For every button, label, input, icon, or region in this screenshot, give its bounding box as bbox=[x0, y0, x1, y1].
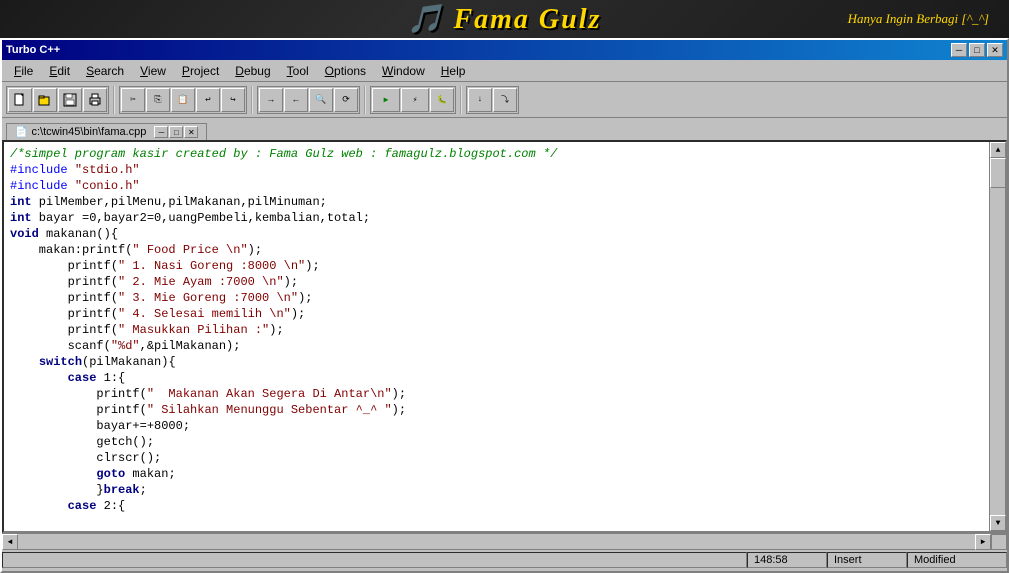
main-window: Turbo C++ ─ □ ✕ File Edit Search View Pr… bbox=[0, 38, 1009, 573]
minimize-button[interactable]: ─ bbox=[951, 43, 967, 57]
scroll-thumb[interactable] bbox=[990, 158, 1006, 188]
toolbar-outdent[interactable]: ← bbox=[284, 88, 308, 112]
toolbar-compile[interactable]: ▶ bbox=[372, 88, 400, 112]
document-tab[interactable]: 📄 c:\tcwin45\bin\fama.cpp ─ □ ✕ bbox=[6, 123, 207, 140]
code-line: printf(" 3. Mie Goreng :7000 \n"); bbox=[10, 290, 983, 306]
menu-help[interactable]: Help bbox=[433, 62, 474, 80]
toolbar-separator-3 bbox=[364, 86, 366, 114]
code-line: int bayar =0,bayar2=0,uangPembeli,kembal… bbox=[10, 210, 983, 226]
code-line: printf(" 2. Mie Ayam :7000 \n"); bbox=[10, 274, 983, 290]
toolbar-save[interactable] bbox=[58, 88, 82, 112]
code-line: switch(pilMakanan){ bbox=[10, 354, 983, 370]
toolbar-group-2: ✂ ⎘ 📋 ↩ ↪ bbox=[119, 86, 247, 114]
toolbar-over[interactable]: ⤵ bbox=[493, 88, 517, 112]
toolbar-open[interactable] bbox=[33, 88, 57, 112]
restore-button[interactable]: □ bbox=[969, 43, 985, 57]
toolbar-paste[interactable]: 📋 bbox=[171, 88, 195, 112]
code-line: printf(" 1. Nasi Goreng :8000 \n"); bbox=[10, 258, 983, 274]
toolbar-separator-1 bbox=[113, 86, 115, 114]
editor-area: /*simpel program kasir created by : Fama… bbox=[2, 140, 1007, 533]
code-line: case 1:{ bbox=[10, 370, 983, 386]
close-button[interactable]: ✕ bbox=[987, 43, 1003, 57]
status-position: 148:58 bbox=[747, 552, 827, 568]
toolbar-group-5: ↓ ⤵ bbox=[466, 86, 519, 114]
toolbar: ✂ ⎘ 📋 ↩ ↪ → ← 🔍 ⟳ ▶ ⚡ 🐛 ↓ ⤵ bbox=[2, 82, 1007, 118]
status-modified: Modified bbox=[907, 552, 1007, 568]
code-line: clrscr(); bbox=[10, 450, 983, 466]
code-line: makan:printf(" Food Price \n"); bbox=[10, 242, 983, 258]
code-editor[interactable]: /*simpel program kasir created by : Fama… bbox=[4, 142, 989, 531]
scroll-track[interactable] bbox=[990, 158, 1005, 515]
code-line: goto makan; bbox=[10, 466, 983, 482]
banner-subtitle: Hanya Ingin Berbagi [^_^] bbox=[848, 11, 989, 27]
resize-grip bbox=[991, 534, 1007, 550]
menu-file[interactable]: File bbox=[6, 62, 41, 80]
code-line: getch(); bbox=[10, 434, 983, 450]
toolbar-undo[interactable]: ↩ bbox=[196, 88, 220, 112]
statusbar: 148:58 Insert Modified bbox=[2, 549, 1007, 569]
status-insert: Insert bbox=[827, 552, 907, 568]
doc-tab-icon: 📄 bbox=[15, 127, 27, 138]
scroll-h-track[interactable] bbox=[18, 534, 975, 549]
toolbar-redo[interactable]: ↪ bbox=[221, 88, 245, 112]
code-line: printf(" Makanan Akan Segera Di Antar\n"… bbox=[10, 386, 983, 402]
doc-close[interactable]: ✕ bbox=[184, 126, 198, 138]
toolbar-cut[interactable]: ✂ bbox=[121, 88, 145, 112]
code-line: void makanan(){ bbox=[10, 226, 983, 242]
status-main bbox=[2, 552, 747, 568]
code-line: case 2:{ bbox=[10, 498, 983, 514]
menubar: File Edit Search View Project Debug Tool… bbox=[2, 60, 1007, 82]
toolbar-indent[interactable]: → bbox=[259, 88, 283, 112]
toolbar-debug[interactable]: 🐛 bbox=[430, 88, 454, 112]
doc-tab-title: c:\tcwin45\bin\fama.cpp bbox=[31, 126, 146, 138]
toolbar-copy[interactable]: ⎘ bbox=[146, 88, 170, 112]
code-line: bayar+=+8000; bbox=[10, 418, 983, 434]
menu-view[interactable]: View bbox=[132, 62, 174, 80]
code-line: scanf("%d",&pilMakanan); bbox=[10, 338, 983, 354]
vertical-scrollbar[interactable]: ▲ ▼ bbox=[989, 142, 1005, 531]
banner: 🎵 Fama Gulz Hanya Ingin Berbagi [^_^] bbox=[0, 0, 1009, 38]
menu-search[interactable]: Search bbox=[78, 62, 132, 80]
horizontal-scrollbar[interactable]: ◄ ► bbox=[2, 533, 1007, 549]
scroll-up-button[interactable]: ▲ bbox=[990, 142, 1006, 158]
doc-restore[interactable]: □ bbox=[169, 126, 183, 138]
banner-title: 🎵 Fama Gulz bbox=[408, 2, 602, 36]
scroll-right-button[interactable]: ► bbox=[975, 534, 991, 550]
toolbar-separator-2 bbox=[251, 86, 253, 114]
titlebar: Turbo C++ ─ □ ✕ bbox=[2, 40, 1007, 60]
code-line: /*simpel program kasir created by : Fama… bbox=[10, 146, 983, 162]
menu-tool[interactable]: Tool bbox=[279, 62, 317, 80]
code-line: printf(" Masukkan Pilihan :"); bbox=[10, 322, 983, 338]
code-line: #include "conio.h" bbox=[10, 178, 983, 194]
doc-minimize[interactable]: ─ bbox=[154, 126, 168, 138]
menu-options[interactable]: Options bbox=[317, 62, 374, 80]
toolbar-group-1 bbox=[6, 86, 109, 114]
toolbar-print[interactable] bbox=[83, 88, 107, 112]
toolbar-run[interactable]: ⚡ bbox=[401, 88, 429, 112]
toolbar-group-3: → ← 🔍 ⟳ bbox=[257, 86, 360, 114]
toolbar-search[interactable]: 🔍 bbox=[309, 88, 333, 112]
toolbar-replace[interactable]: ⟳ bbox=[334, 88, 358, 112]
toolbar-new[interactable] bbox=[8, 88, 32, 112]
window-title: Turbo C++ bbox=[6, 44, 60, 56]
code-line: printf(" 4. Selesai memilih \n"); bbox=[10, 306, 983, 322]
scroll-left-button[interactable]: ◄ bbox=[2, 534, 18, 550]
menu-project[interactable]: Project bbox=[174, 62, 227, 80]
toolbar-step[interactable]: ↓ bbox=[468, 88, 492, 112]
menu-window[interactable]: Window bbox=[374, 62, 433, 80]
toolbar-separator-4 bbox=[460, 86, 462, 114]
toolbar-group-4: ▶ ⚡ 🐛 bbox=[370, 86, 456, 114]
code-line: }break; bbox=[10, 482, 983, 498]
menu-edit[interactable]: Edit bbox=[41, 62, 78, 80]
code-line: printf(" Silahkan Menunggu Sebentar ^_^ … bbox=[10, 402, 983, 418]
titlebar-buttons: ─ □ ✕ bbox=[951, 43, 1003, 57]
scroll-down-button[interactable]: ▼ bbox=[990, 515, 1006, 531]
doc-tab-bar: 📄 c:\tcwin45\bin\fama.cpp ─ □ ✕ bbox=[2, 118, 1007, 140]
menu-debug[interactable]: Debug bbox=[227, 62, 278, 80]
code-line: #include "stdio.h" bbox=[10, 162, 983, 178]
code-line: int pilMember,pilMenu,pilMakanan,pilMinu… bbox=[10, 194, 983, 210]
